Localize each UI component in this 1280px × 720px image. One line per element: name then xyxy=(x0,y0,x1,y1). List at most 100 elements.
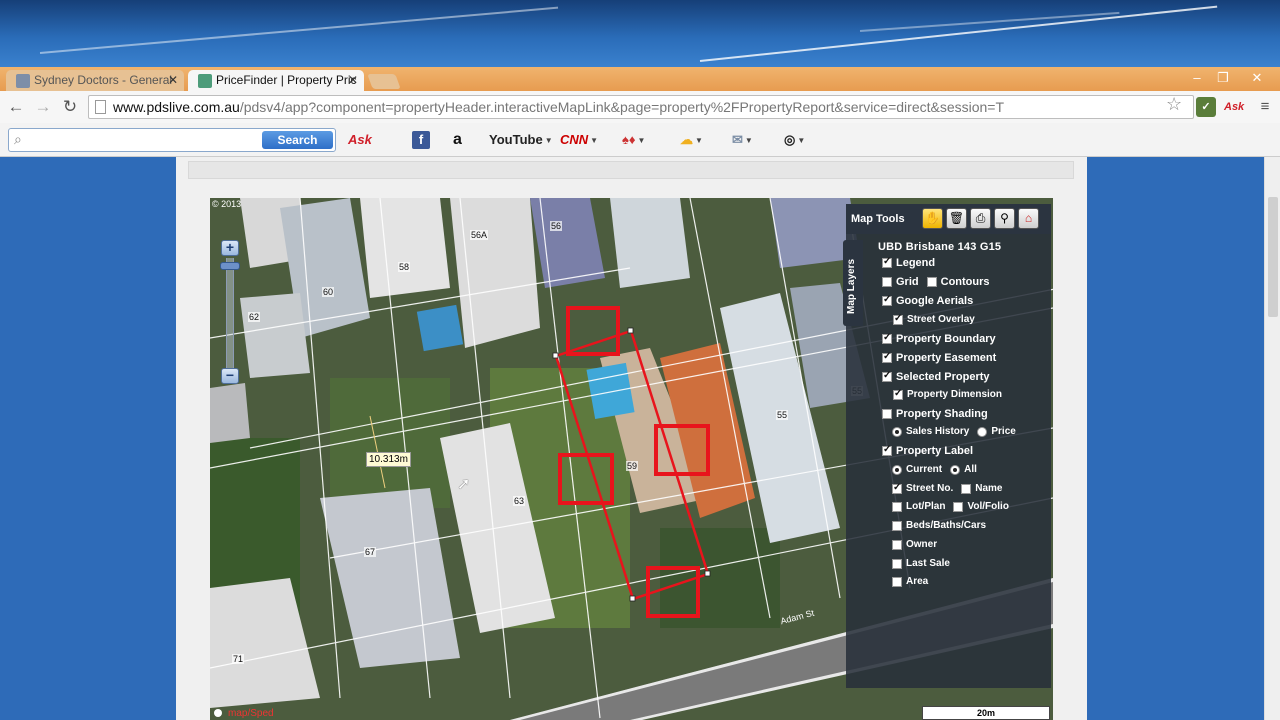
pan-hand-icon[interactable]: ✋ xyxy=(922,208,943,229)
beds-baths-cars-checkbox[interactable] xyxy=(892,520,902,531)
all-radio[interactable] xyxy=(950,464,961,475)
close-window-button[interactable]: ✕ xyxy=(1244,70,1270,86)
restore-button[interactable]: ❐ xyxy=(1210,70,1236,86)
label-owner[interactable]: Owner xyxy=(892,539,937,550)
ask-logo-icon[interactable]: Ask xyxy=(348,130,372,152)
layer-property-easement[interactable]: Property Easement xyxy=(882,351,996,364)
navigation-bar: ← → ↻ www.pdslive.com.au/pdsv4/app?compo… xyxy=(0,91,1280,123)
owner-checkbox[interactable] xyxy=(892,539,902,550)
zoom-slider-rail[interactable] xyxy=(226,258,234,372)
url-path: /pdsv4/app?component=propertyHeader.inte… xyxy=(239,99,1005,115)
facebook-icon[interactable]: f xyxy=(412,131,430,149)
area-checkbox[interactable] xyxy=(892,576,902,587)
label-lot-plan[interactable]: Lot/Plan Vol/Folio xyxy=(892,501,1009,512)
map-layers-tab[interactable]: Map Layers xyxy=(843,240,863,326)
light-streak xyxy=(39,6,559,54)
layer-grid[interactable]: Grid Contours xyxy=(882,276,990,288)
tab-label: PriceFinder | Property Pric xyxy=(216,73,357,87)
tab-close-icon[interactable]: ✕ xyxy=(168,70,178,91)
layer-google-aerials[interactable]: Google Aerials xyxy=(882,294,973,307)
layer-property-label[interactable]: Property Label xyxy=(882,444,973,457)
label-last-sale[interactable]: Last Sale xyxy=(892,558,950,569)
google-aerials-checkbox[interactable] xyxy=(882,294,892,306)
home-icon[interactable]: ⌂ xyxy=(1018,208,1039,229)
games-icon[interactable]: ♠♦ ▼ xyxy=(622,130,645,152)
site-favicon xyxy=(16,74,30,88)
grid-checkbox[interactable] xyxy=(882,277,892,287)
property-label-checkbox[interactable] xyxy=(882,444,892,456)
lot-number: 58 xyxy=(398,262,411,272)
cnn-icon[interactable]: CNN ▼ xyxy=(560,130,598,152)
forward-arrow-icon[interactable]: → xyxy=(32,96,54,118)
layer-label: Grid xyxy=(896,276,919,288)
zoom-slider-handle[interactable] xyxy=(220,262,240,270)
measurement-label: 10.313m xyxy=(366,452,411,467)
delete-trash-icon[interactable]: 🗑 xyxy=(946,208,967,229)
property-dimension-checkbox[interactable] xyxy=(893,388,903,400)
reload-icon[interactable]: ↻ xyxy=(59,96,81,118)
property-boundary-checkbox[interactable] xyxy=(882,332,892,344)
option-label: Sales History xyxy=(906,426,970,437)
tab-close-icon[interactable]: ✕ xyxy=(348,70,358,91)
layer-selected-property[interactable]: Selected Property xyxy=(882,370,990,383)
search-input[interactable] xyxy=(35,131,265,149)
weather-icon[interactable]: ☁ ▼ xyxy=(680,130,703,152)
youtube-icon[interactable]: YouTube ▼ xyxy=(489,130,553,152)
label-area[interactable]: Area xyxy=(892,576,928,587)
label-beds-baths-cars[interactable]: Beds/Baths/Cars xyxy=(892,520,986,531)
back-arrow-icon[interactable]: ← xyxy=(5,96,27,118)
menu-icon[interactable]: ≡ xyxy=(1254,96,1276,118)
property-map[interactable]: © 2013 + − 56A 56 58 60 62 55 59 63 67 7… xyxy=(210,198,1053,720)
layer-street-overlay[interactable]: Street Overlay xyxy=(893,313,975,325)
lot-number: 62 xyxy=(248,312,261,322)
print-map-icon[interactable]: ⎙ xyxy=(970,208,991,229)
legend-checkbox[interactable] xyxy=(882,256,892,268)
mail-icon[interactable]: ✉ ▼ xyxy=(732,130,753,152)
sales-history-radio[interactable] xyxy=(892,426,902,437)
bookmark-star-icon[interactable]: ☆ xyxy=(1166,94,1182,115)
amazon-icon[interactable]: a xyxy=(453,130,462,152)
contours-checkbox[interactable] xyxy=(926,277,937,287)
layer-property-shading[interactable]: Property Shading xyxy=(882,408,988,420)
lot-plan-checkbox[interactable] xyxy=(892,501,902,512)
street-no-checkbox[interactable] xyxy=(892,482,902,494)
minimize-button[interactable]: – xyxy=(1184,70,1210,85)
layer-property-dimension[interactable]: Property Dimension xyxy=(893,388,1003,400)
vol-folio-checkbox[interactable] xyxy=(953,501,964,512)
search-button[interactable]: Search xyxy=(262,131,333,149)
label-street-no[interactable]: Street No. Name xyxy=(892,482,1002,494)
option-label: All xyxy=(964,464,977,475)
street-overlay-checkbox[interactable] xyxy=(893,313,903,325)
scrollbar-thumb[interactable] xyxy=(1268,197,1278,317)
map-copyright: © 2013 xyxy=(212,199,242,209)
option-label: Lot/Plan xyxy=(906,501,946,512)
page-scrollbar[interactable] xyxy=(1264,157,1280,720)
price-radio[interactable] xyxy=(977,426,988,437)
selected-property-checkbox[interactable] xyxy=(882,370,892,382)
layer-label: Property Dimension xyxy=(907,389,1003,400)
map-tools-title: Map Tools xyxy=(851,213,905,225)
ask-extension-icon[interactable]: Ask xyxy=(1224,97,1244,117)
property-shading-checkbox[interactable] xyxy=(882,409,892,419)
toolbar-search: ⌕ Search xyxy=(8,128,336,152)
mouse-cursor-icon: ➚ xyxy=(457,476,471,493)
current-radio[interactable] xyxy=(892,464,902,475)
zoom-search-icon[interactable]: ⚲ xyxy=(994,208,1015,229)
last-sale-checkbox[interactable] xyxy=(892,558,902,569)
layer-property-boundary[interactable]: Property Boundary xyxy=(882,332,996,345)
zoom-in-button[interactable]: + xyxy=(221,240,239,256)
lot-number: 59 xyxy=(626,461,639,471)
layer-legend[interactable]: Legend xyxy=(882,256,935,269)
tab-sydney-doctors[interactable]: Sydney Doctors - General ✕ xyxy=(6,70,184,92)
property-easement-checkbox[interactable] xyxy=(882,351,892,363)
extension-icon[interactable]: ✓ xyxy=(1196,97,1216,117)
address-bar[interactable]: www.pdslive.com.au/pdsv4/app?component=p… xyxy=(88,95,1194,119)
youtube-label: YouTube xyxy=(489,132,543,147)
zoom-out-button[interactable]: − xyxy=(221,368,239,384)
site-favicon xyxy=(198,74,212,88)
new-tab-button[interactable] xyxy=(367,74,401,89)
name-checkbox[interactable] xyxy=(961,483,972,494)
browser-chrome: Sydney Doctors - General ✕ PriceFinder |… xyxy=(0,67,1280,157)
tab-pricefinder[interactable]: PriceFinder | Property Pric ✕ xyxy=(188,70,364,92)
dictionary-icon[interactable]: ◎ ▼ xyxy=(784,130,805,152)
